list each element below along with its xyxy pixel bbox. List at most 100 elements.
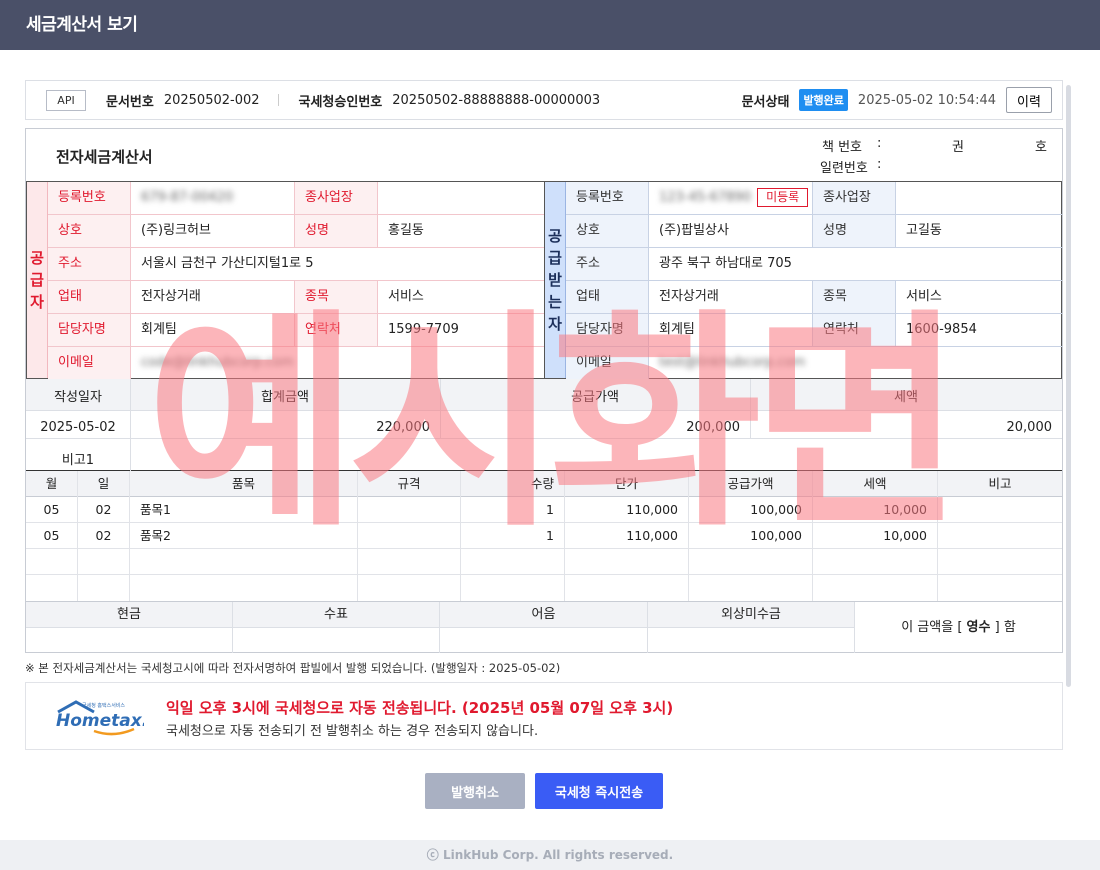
buyer-contact-label: 담당자명 — [566, 314, 649, 346]
col-tax: 세액 — [813, 471, 938, 497]
buyer-biztype-label: 업태 — [566, 281, 649, 313]
issue-notice: ※ 본 전자세금계산서는 국세청고시에 따라 전자서명하여 팝빌에서 발행 되었… — [25, 661, 561, 675]
receipt-prefix: 이 금액을 [ — [901, 620, 963, 635]
check-label: 수표 — [233, 602, 440, 628]
side-char: 자 — [548, 315, 562, 333]
amount-summary: 작성일자 합계금액 공급가액 세액 2025-05-02 220,000 200… — [26, 379, 1062, 471]
supplier-address-label: 주소 — [48, 248, 131, 280]
buyer-email-value: test@linkhubcorp.com — [649, 347, 1062, 380]
hometax-notice: 국세청 홈택스서비스 Hometax. 익일 오후 3시에 국세청으로 자동 전… — [25, 682, 1063, 750]
cell-unit-price: 110,000 — [565, 523, 689, 549]
cell-empty — [938, 549, 1062, 575]
serial-label: 일련번호 — [820, 161, 868, 176]
cash-value — [26, 628, 233, 653]
cell-empty — [813, 575, 938, 601]
buyer-bizitem-value: 서비스 — [906, 289, 942, 304]
cell-empty — [130, 549, 358, 575]
window-title: 세금계산서 보기 — [0, 0, 1100, 50]
buyer-ceo-value: 고길동 — [906, 223, 942, 238]
supplier-branch-label: 종사업장 — [295, 182, 378, 214]
supplier-row-biz: 업태 전자상거래 종목 서비스 — [48, 281, 545, 314]
col-month: 월 — [26, 471, 78, 497]
invoice-header: 전자세금계산서 책 번호 : 권 호 일련번호 : — [26, 129, 1062, 181]
buyer-reg-no: 123-45-67890 — [659, 190, 752, 205]
buyer-contact-value: 회계팀 — [649, 314, 813, 346]
cell-month: 05 — [26, 497, 78, 523]
supplier-contact-value: 회계팀 — [131, 314, 295, 346]
col-unit-price: 단가 — [565, 471, 689, 497]
buyer-company-value: (주)팝빌상사 — [649, 215, 813, 247]
supplier-biztype-value: 전자상거래 — [131, 281, 295, 313]
side-char: 는 — [548, 293, 562, 311]
auto-send-headline: 익일 오후 3시에 국세청으로 자동 전송됩니다. (2025년 05월 07일… — [166, 699, 674, 717]
doc-datetime: 2025-05-02 10:54:44 — [857, 92, 996, 108]
cell-item: 품목2 — [130, 523, 358, 549]
note-value — [440, 628, 648, 653]
cell-empty — [26, 549, 78, 575]
receipt-type: 영수 — [966, 620, 991, 635]
cell-month: 05 — [26, 523, 78, 549]
side-char: 공 — [30, 249, 44, 267]
doc-no-label: 문서번호 — [106, 94, 154, 110]
cell-day: 02 — [78, 497, 130, 523]
buyer-bizitem-label: 종목 — [813, 281, 896, 313]
cell-item: 품목1 — [130, 497, 358, 523]
col-remark: 비고 — [988, 476, 1012, 491]
buyer-section: 공 급 받 는 자 등록번호 123-45-67890 미등록 종사업장 상호 (… — [544, 181, 1062, 380]
side-char: 받 — [548, 271, 562, 289]
note-label: 어음 — [440, 602, 648, 628]
buyer-email: test@linkhubcorp.com — [659, 355, 806, 370]
cell-supply: 100,000 — [689, 523, 813, 549]
col-qty: 수량 — [461, 471, 565, 497]
supplier-reg-no: 679-87-00420 — [141, 190, 234, 205]
buyer-row-company: 상호 (주)팝빌상사 성명 고길동 — [566, 215, 1062, 248]
supplier-tel-value: 1599-7709 — [388, 322, 459, 337]
cell-unit-price: 110,000 — [565, 497, 689, 523]
book-no-label: 책 번호 — [822, 140, 863, 155]
credit-value — [648, 628, 855, 653]
history-button[interactable]: 이력 — [1006, 87, 1052, 113]
supplier-company-value: (주)링크허브 — [131, 215, 295, 247]
supplier-bizitem-label: 종목 — [295, 281, 378, 313]
cell-tax: 10,000 — [813, 497, 938, 523]
buyer-address-label: 주소 — [566, 248, 649, 280]
book-ho: 호 — [1035, 140, 1047, 155]
tax-amount-value: 20,000 — [1006, 420, 1053, 435]
buyer-row-email: 이메일 test@linkhubcorp.com — [566, 347, 1062, 380]
supplier-ceo-label: 성명 — [295, 215, 378, 247]
book-no-colon: : — [877, 136, 882, 151]
payment-section: 현금 수표 어음 외상미수금 이 금액을 [ 영수 ] 함 — [26, 601, 1062, 653]
supplier-reg-label: 등록번호 — [48, 182, 131, 214]
supplier-bizitem-value: 서비스 — [388, 289, 424, 304]
cell-day: 02 — [78, 523, 130, 549]
total-amount-label: 합계금액 — [261, 390, 309, 405]
side-char: 자 — [30, 293, 44, 311]
cell-spec — [358, 497, 461, 523]
side-char: 공 — [548, 227, 562, 245]
scrollbar[interactable] — [1066, 85, 1071, 687]
buyer-row-address: 주소 광주 북구 하남대로 705 — [566, 248, 1062, 281]
supplier-email-label: 이메일 — [48, 347, 131, 380]
send-nts-now-button[interactable]: 국세청 즉시전송 — [535, 773, 663, 809]
tax-amount-label: 세액 — [894, 390, 918, 405]
supplier-row-reg: 등록번호 679-87-00420 종사업장 — [48, 182, 545, 215]
tax-invoice: 전자세금계산서 책 번호 : 권 호 일련번호 : 공 급 자 등록번호 679… — [25, 128, 1063, 653]
supplier-contact-label: 담당자명 — [48, 314, 131, 346]
buyer-row-contact: 담당자명 회계팀 연락처 1600-9854 — [566, 314, 1062, 347]
supplier-row-address: 주소 서울시 금천구 가산디지털1로 5 — [48, 248, 545, 281]
remark1-label: 비고1 — [61, 453, 95, 468]
status-badge: 발행완료 — [799, 89, 848, 111]
total-amount-value: 220,000 — [376, 420, 430, 435]
credit-label: 외상미수금 — [648, 602, 855, 628]
buyer-side-label: 공 급 받 는 자 — [545, 182, 566, 378]
item-table-header: 월 일 품목 규격 수량 단가 공급가액 세액 비고 — [26, 471, 1062, 497]
check-value — [233, 628, 440, 653]
table-row-empty — [26, 575, 1062, 601]
supplier-section: 공 급 자 등록번호 679-87-00420 종사업장 상호 (주)링크허브 … — [26, 181, 545, 380]
write-date-label: 작성일자 — [54, 390, 102, 405]
col-supply: 공급가액 — [689, 471, 813, 497]
cash-label: 현금 — [26, 602, 233, 628]
cancel-issue-button[interactable]: 발행취소 — [425, 773, 525, 809]
cell-empty — [938, 575, 1062, 601]
supply-amount-value: 200,000 — [686, 420, 740, 435]
